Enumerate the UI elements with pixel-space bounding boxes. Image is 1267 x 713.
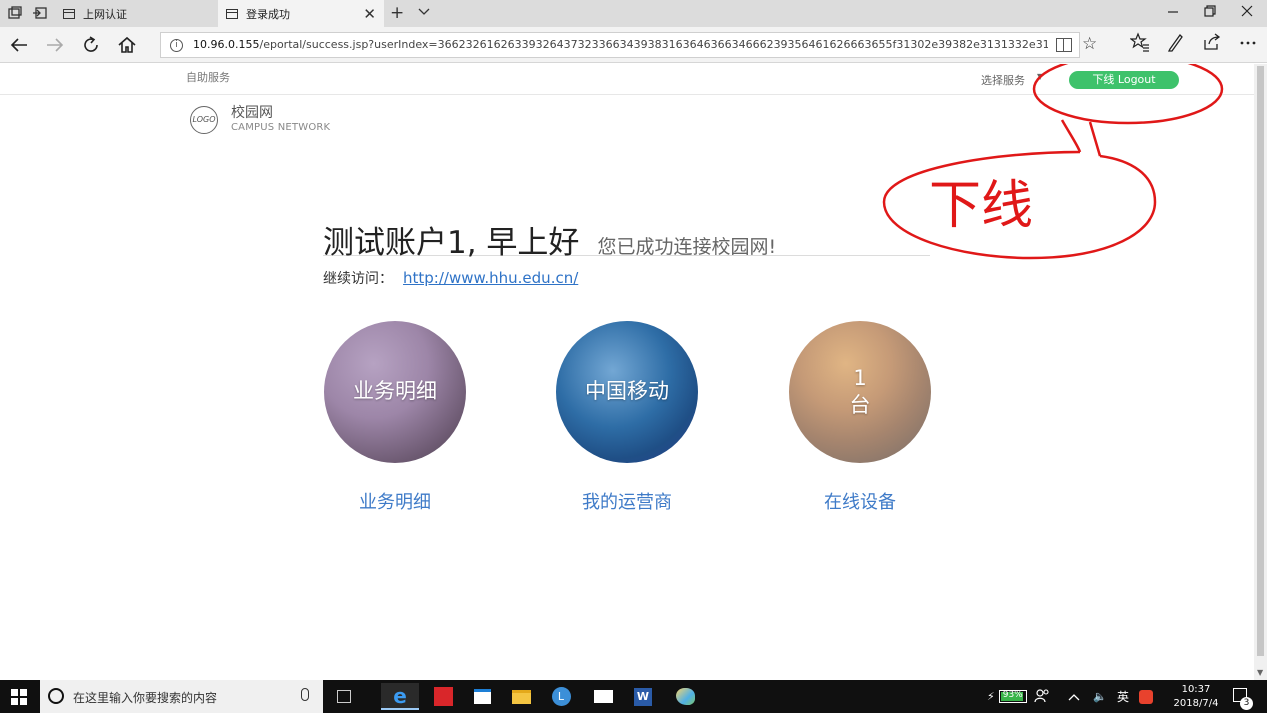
store-icon[interactable] bbox=[467, 683, 497, 710]
refresh-icon[interactable] bbox=[80, 34, 102, 56]
plug-icon: ⚡ bbox=[987, 690, 995, 703]
page-icon bbox=[63, 8, 75, 19]
red-app-icon[interactable] bbox=[428, 683, 458, 710]
sogou-ime-icon[interactable] bbox=[1139, 680, 1153, 713]
windows-start-icon[interactable] bbox=[11, 689, 27, 705]
share-icon[interactable] bbox=[1202, 32, 1222, 52]
forward-arrow-icon[interactable] bbox=[44, 34, 66, 56]
scrollbar-thumb[interactable] bbox=[1257, 66, 1264, 656]
tab-label: 登录成功 bbox=[246, 7, 290, 21]
annotation-callout bbox=[882, 64, 1224, 260]
tab-login-success[interactable]: 登录成功 ✕ bbox=[218, 0, 384, 27]
battery-icon: 93% bbox=[998, 690, 1027, 703]
paint-icon[interactable] bbox=[670, 683, 700, 710]
volume-icon[interactable]: 🔈 bbox=[1093, 680, 1107, 713]
people-icon[interactable] bbox=[1034, 680, 1050, 713]
battery-indicator[interactable]: ⚡ 93% bbox=[987, 680, 1027, 713]
url-path: /eportal/success.jsp?userIndex=366232616… bbox=[259, 38, 1048, 51]
system-clock[interactable]: 10:37 2018/7/4 bbox=[1168, 683, 1224, 711]
edge-browser-icon[interactable]: e bbox=[381, 683, 419, 710]
back-arrow-icon[interactable] bbox=[8, 34, 30, 56]
mail-icon[interactable] bbox=[588, 683, 618, 710]
taskbar-search-box[interactable]: 在这里输入你要搜索的内容 bbox=[40, 680, 323, 713]
ime-indicator[interactable]: 英 bbox=[1117, 680, 1129, 713]
battery-percent: 93% bbox=[1002, 690, 1023, 700]
pen-notes-icon[interactable] bbox=[1166, 32, 1186, 52]
address-url[interactable]: 10.96.0.155/eportal/success.jsp?userInde… bbox=[193, 38, 1048, 51]
close-window-icon[interactable] bbox=[1240, 4, 1254, 18]
notification-count-badge: 3 bbox=[1240, 697, 1253, 710]
page-icon bbox=[226, 8, 238, 19]
scroll-down-arrow-icon[interactable]: ▼ bbox=[1257, 668, 1263, 677]
clock-date: 2018/7/4 bbox=[1173, 698, 1219, 709]
browser-navigation-bar: i 10.96.0.155/eportal/success.jsp?userIn… bbox=[0, 27, 1267, 63]
tab-portal-auth[interactable]: 上网认证 bbox=[55, 0, 218, 27]
reading-view-icon[interactable] bbox=[1056, 38, 1072, 52]
windows-taskbar: 在这里输入你要搜索的内容 e L W ⚡ 93% 🔈 英 10:37 2018/… bbox=[0, 680, 1267, 713]
browser-tab-bar: 上网认证 登录成功 ✕ + bbox=[0, 0, 1267, 27]
file-explorer-icon[interactable] bbox=[506, 683, 536, 710]
word-icon[interactable]: W bbox=[628, 683, 658, 710]
tab-label: 上网认证 bbox=[83, 7, 127, 21]
chevron-down-icon[interactable] bbox=[417, 4, 431, 18]
address-bar[interactable]: i 10.96.0.155/eportal/success.jsp?userIn… bbox=[160, 32, 1097, 58]
microphone-icon[interactable] bbox=[301, 688, 309, 701]
tab-preview-icon[interactable] bbox=[7, 5, 23, 21]
home-icon[interactable] bbox=[116, 34, 138, 56]
url-host: 10.96.0.155 bbox=[193, 38, 260, 51]
site-info-icon[interactable]: i bbox=[170, 39, 183, 52]
page-viewport: 自助服务 选择服务 ▼ 下线 Logout LOGO 校园网 CAMPUS NE… bbox=[0, 64, 1254, 680]
annotation-text: 下线 bbox=[929, 176, 1034, 236]
set-aside-tabs-icon[interactable] bbox=[32, 5, 48, 21]
favorites-hub-icon[interactable] bbox=[1130, 32, 1150, 52]
cortana-icon[interactable] bbox=[48, 688, 64, 704]
close-tab-icon[interactable]: ✕ bbox=[363, 5, 376, 23]
minimize-icon[interactable] bbox=[1166, 4, 1180, 18]
chevron-up-icon[interactable] bbox=[1068, 680, 1080, 713]
clock-time: 10:37 bbox=[1181, 684, 1211, 695]
restore-icon[interactable] bbox=[1203, 4, 1217, 18]
page-scrollbar[interactable]: ▼ bbox=[1254, 64, 1267, 680]
l-app-icon[interactable]: L bbox=[546, 683, 576, 710]
new-tab-button[interactable]: + bbox=[390, 3, 404, 23]
task-view-icon[interactable] bbox=[337, 690, 351, 703]
more-menu-icon[interactable] bbox=[1238, 32, 1258, 52]
taskbar-search-placeholder: 在这里输入你要搜索的内容 bbox=[73, 691, 218, 705]
favorite-star-icon[interactable]: ☆ bbox=[1082, 34, 1097, 54]
